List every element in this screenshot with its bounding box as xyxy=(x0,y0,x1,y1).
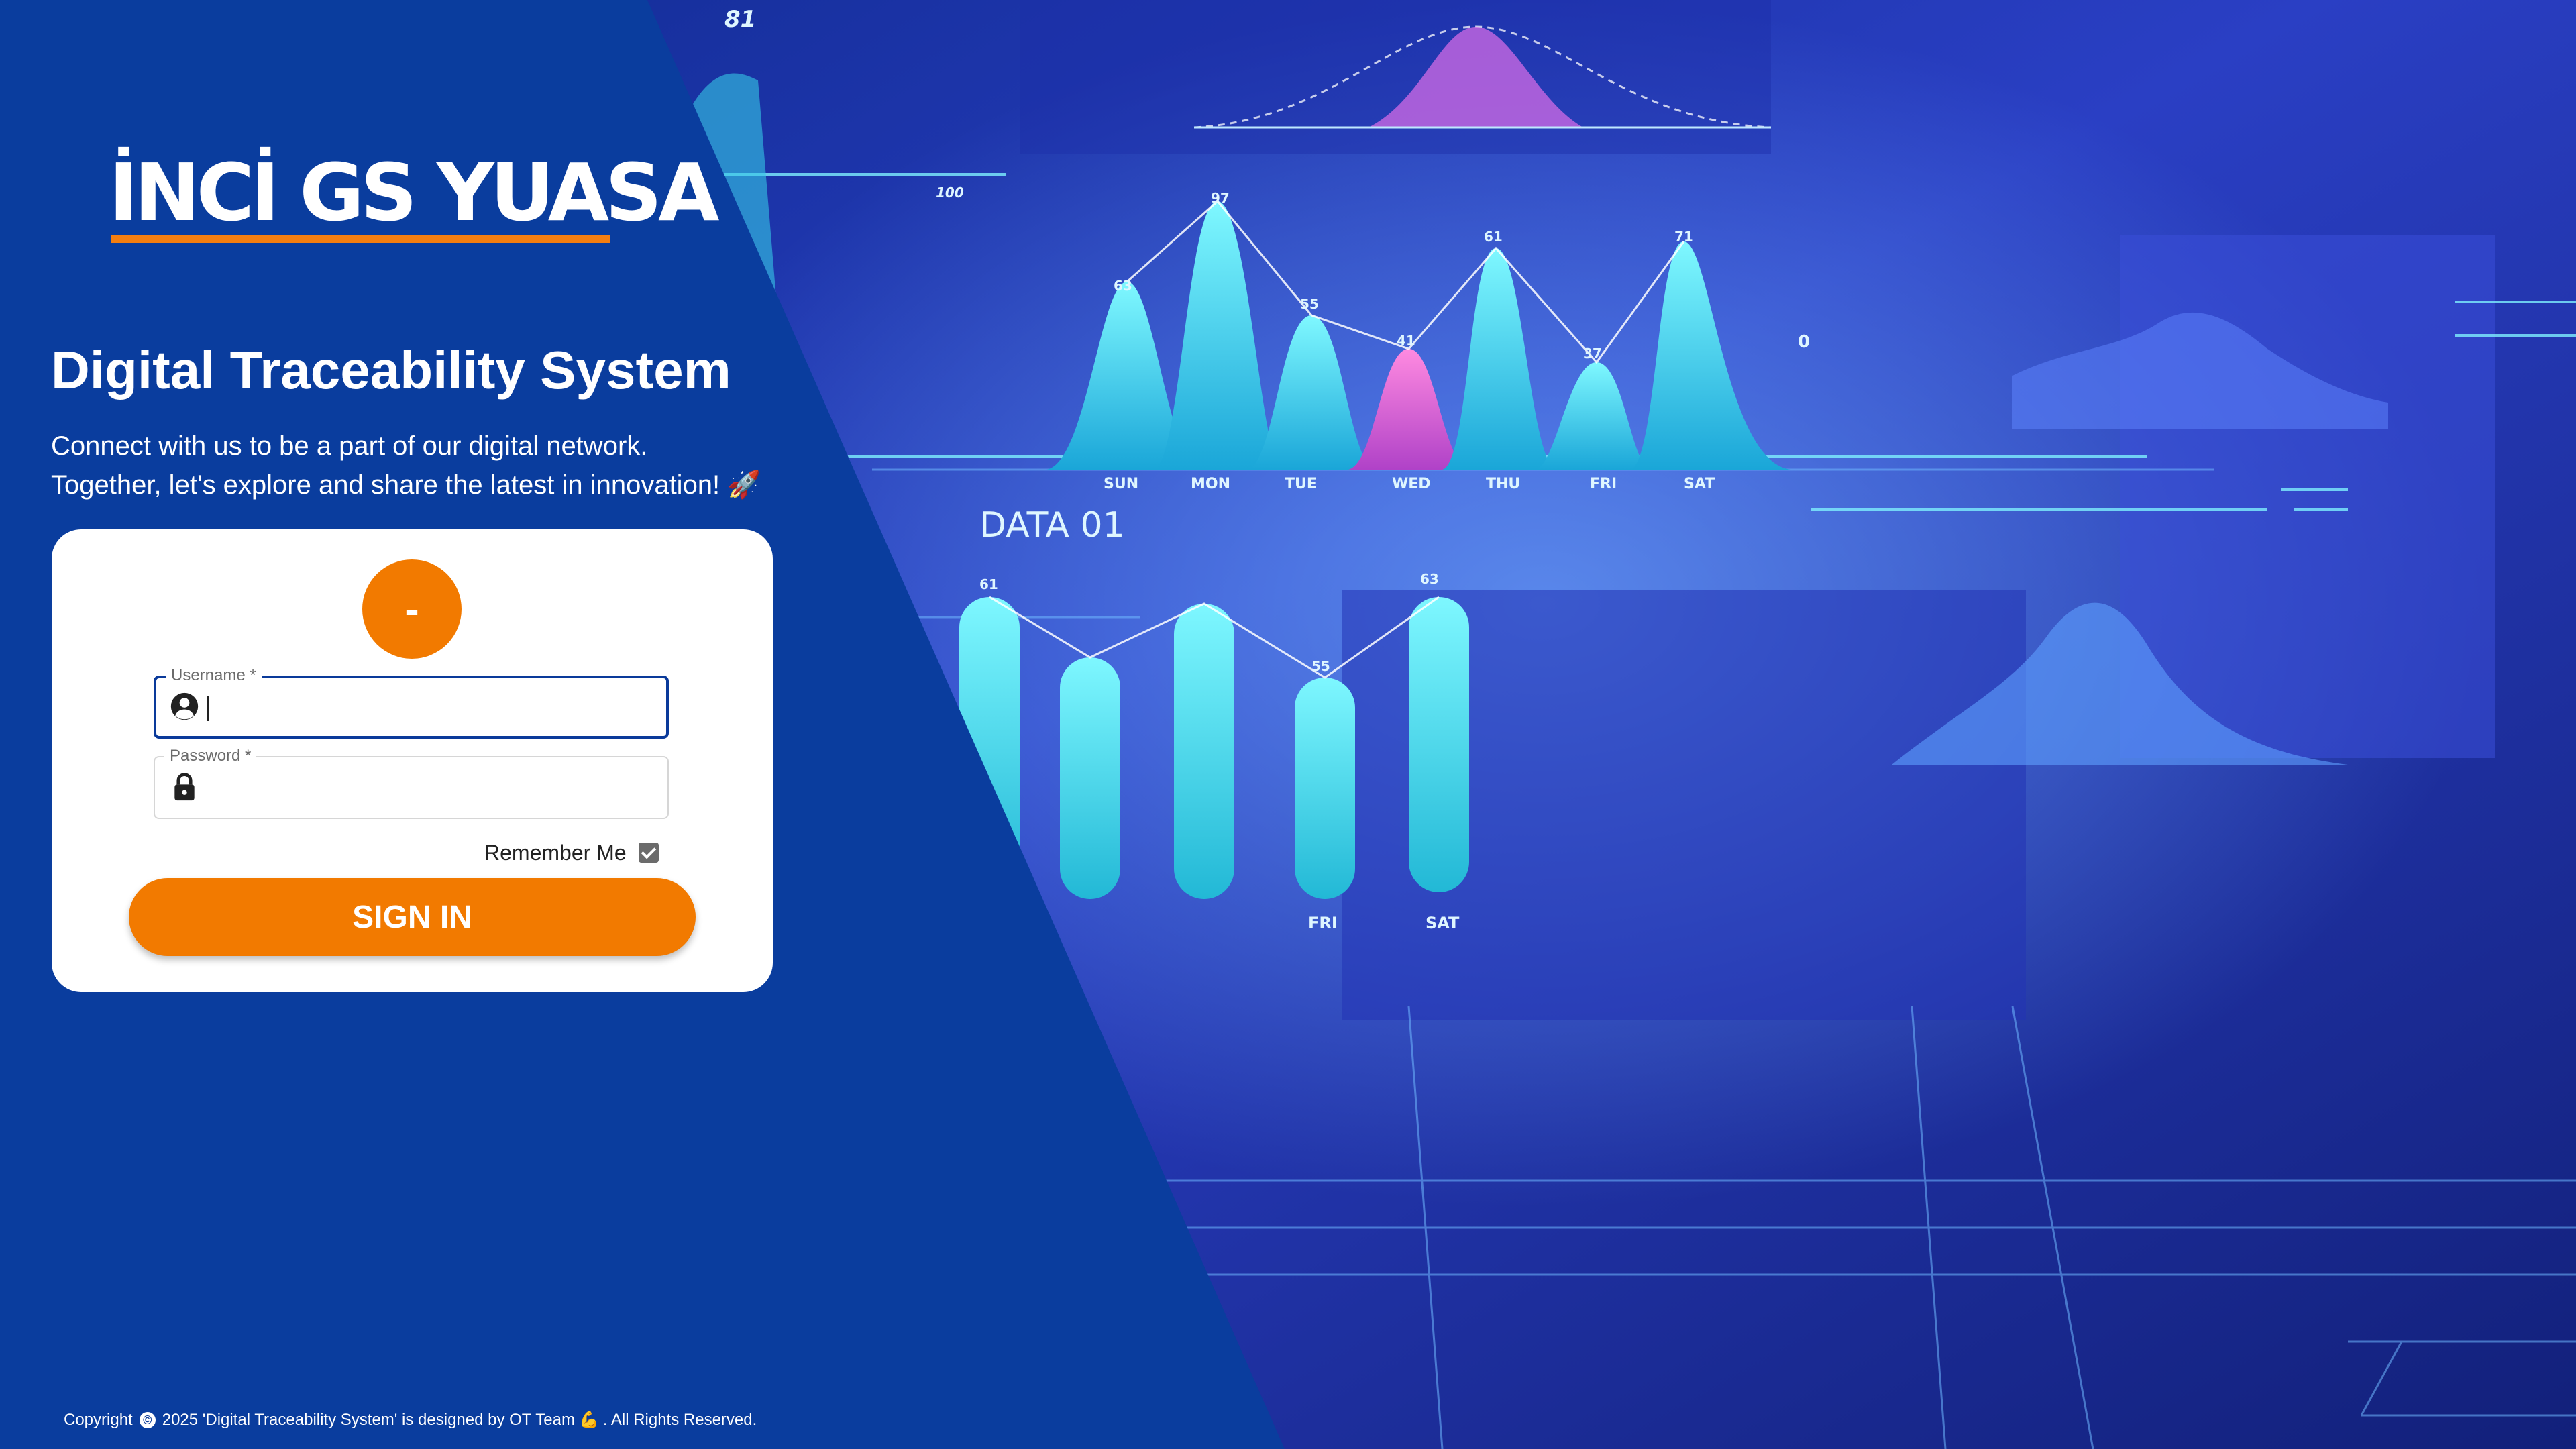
username-input[interactable] xyxy=(207,688,653,729)
login-card: - Username * Password * Remember Me SIGN… xyxy=(52,529,773,992)
subtitle-line-2: Together, let's explore and share the la… xyxy=(51,470,761,500)
username-field[interactable]: Username * xyxy=(154,666,669,739)
copyright-icon: © xyxy=(139,1411,156,1428)
logo-underline xyxy=(111,235,610,243)
footer-suffix: . All Rights Reserved. xyxy=(602,1410,757,1429)
page-title: Digital Traceability System xyxy=(51,340,731,400)
remember-me[interactable]: Remember Me xyxy=(484,838,659,867)
login-page: 81 DATA 01 SUN MON TUE WED THU FRI SAT 6… xyxy=(0,0,2576,1449)
footer-text: 2025 'Digital Traceability System' is de… xyxy=(162,1410,575,1429)
username-label: Username * xyxy=(166,666,262,685)
logo-text: İNCİ GS YUASA xyxy=(109,146,719,239)
company-logo: İNCİ GS YUASA xyxy=(109,153,719,247)
muscle-icon: 💪 xyxy=(578,1411,599,1429)
login-content: İNCİ GS YUASA Digital Traceability Syste… xyxy=(0,0,845,1449)
sign-in-button[interactable]: SIGN IN xyxy=(129,878,696,956)
page-subtitle: Connect with us to be a part of our digi… xyxy=(51,427,761,504)
avatar: - xyxy=(362,559,462,659)
lock-icon xyxy=(174,773,195,801)
user-circle-icon xyxy=(170,692,199,720)
password-input[interactable] xyxy=(206,767,651,808)
password-field[interactable]: Password * xyxy=(154,747,669,819)
footer-prefix: Copyright xyxy=(64,1410,133,1429)
remember-me-label: Remember Me xyxy=(484,840,627,865)
subtitle-line-1: Connect with us to be a part of our digi… xyxy=(51,431,648,461)
remember-me-checkbox[interactable] xyxy=(638,843,659,863)
text-caret xyxy=(207,696,209,721)
password-label: Password * xyxy=(164,747,257,765)
footer-copyright: Copyright © 2025 'Digital Traceability S… xyxy=(64,1410,757,1430)
